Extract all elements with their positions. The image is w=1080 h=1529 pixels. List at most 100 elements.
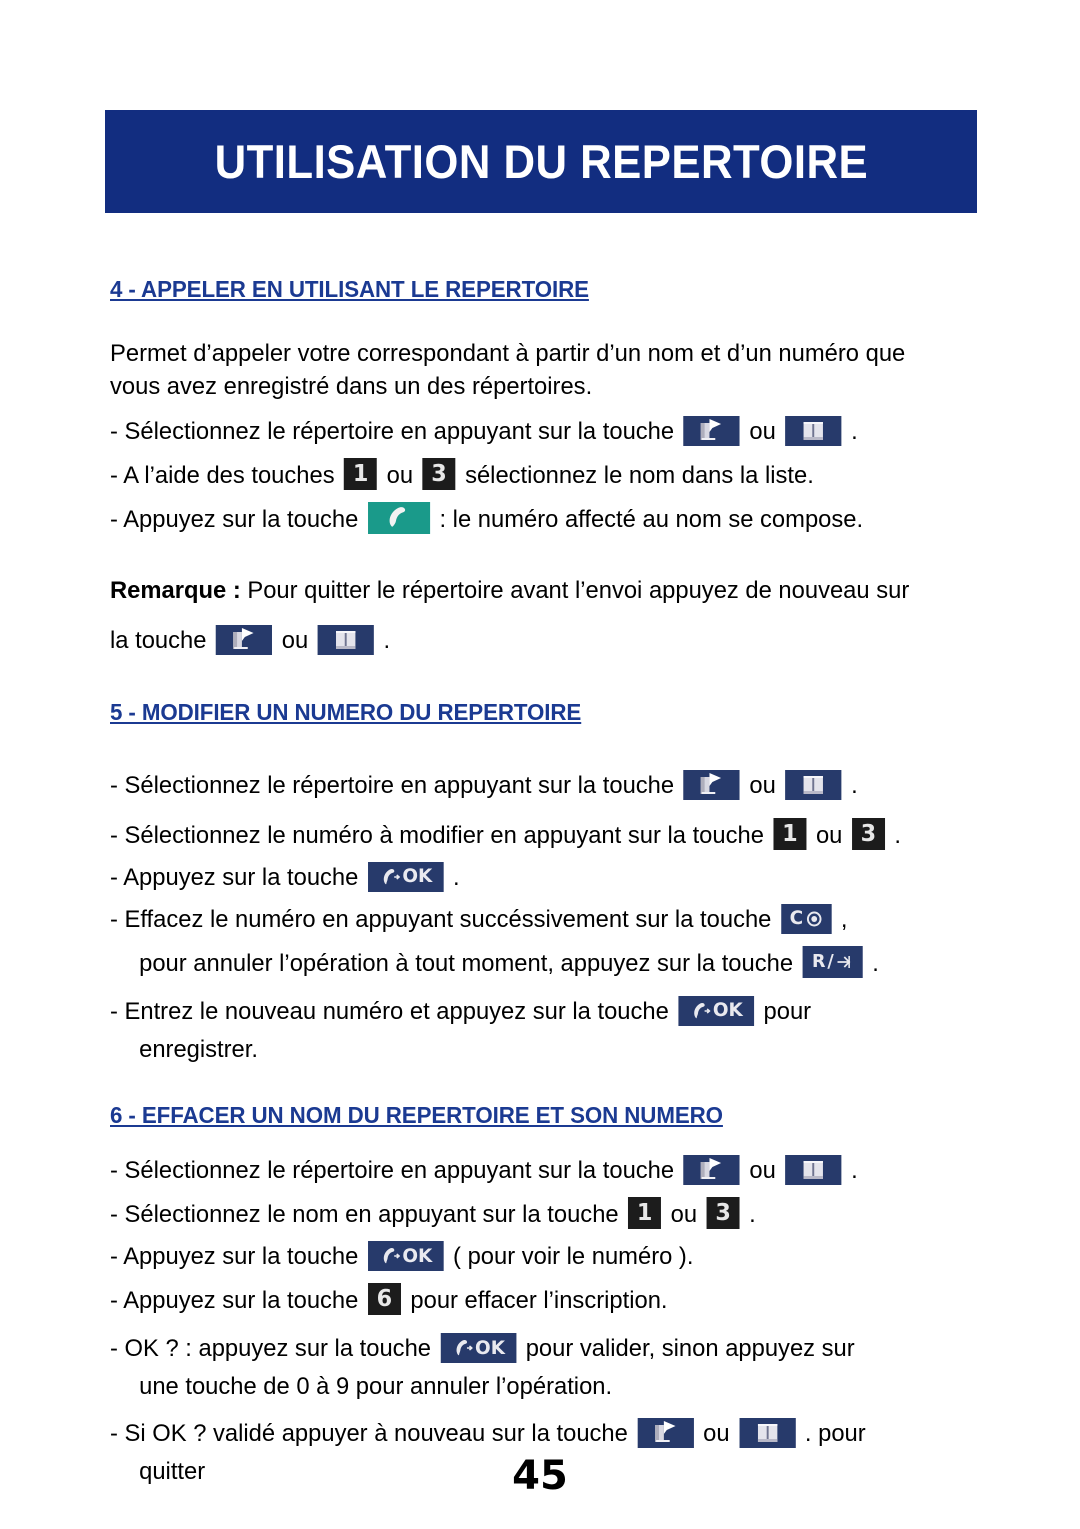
digit-3-key-icon[interactable]: 3 xyxy=(422,457,456,490)
bullet-text: - Appuyez sur la touche xyxy=(110,863,359,891)
digit-6-key-icon[interactable]: 6 xyxy=(367,1283,401,1316)
digit-3-key-icon[interactable]: 3 xyxy=(706,1197,740,1230)
bullet-text-tail: . pour xyxy=(804,1419,866,1447)
bullet-text: - Entrez le nouveau numéro et appuyez su… xyxy=(110,997,669,1025)
phone-ok-key-icon[interactable]: OK xyxy=(367,1241,444,1272)
list-item: - Sélectionnez le numéro à modifier en a… xyxy=(110,817,954,850)
separator-ou: ou xyxy=(386,461,414,489)
list-item: - Appuyez sur la touche 6 pour effacer l… xyxy=(110,1283,954,1316)
r-label: R xyxy=(812,950,826,972)
bullet-text-tail: pour effacer l’inscription. xyxy=(410,1287,668,1315)
bullet-text-tail: pour valider, sinon appuyez sur xyxy=(525,1335,855,1363)
bullet-text: - Effacez le numéro en appuyant succéssi… xyxy=(110,905,772,933)
list-item: - Sélectionnez le répertoire en appuyant… xyxy=(110,769,954,800)
separator-ou: ou xyxy=(815,821,843,849)
section-heading-6: 6 - EFFACER UN NOM DU REPERTOIRE ET SON … xyxy=(110,1102,723,1129)
trailing-punctuation: . xyxy=(851,1157,858,1185)
trailing-punctuation: . xyxy=(453,863,460,891)
bullet-text-tail: sélectionnez le nom dans la liste. xyxy=(465,461,814,489)
bullet-text-tail: ( pour voir le numéro ). xyxy=(453,1243,694,1271)
page-header-banner: UTILISATION DU REPERTOIRE xyxy=(105,110,977,213)
r-arrow-key-icon[interactable]: R / xyxy=(802,945,863,978)
bullet-text: - Appuyez sur la touche xyxy=(110,505,359,533)
book-flag-key-icon[interactable] xyxy=(683,1155,740,1186)
c-label: C xyxy=(789,907,804,930)
separator-ou: ou xyxy=(749,417,776,445)
book-flag-key-icon[interactable] xyxy=(683,415,740,446)
book-flag-key-icon[interactable] xyxy=(683,769,740,800)
ok-label: OK xyxy=(402,1244,433,1267)
bullet-text: - Si OK ? validé appuyer à nouveau sur l… xyxy=(110,1419,628,1447)
trailing-punctuation: . xyxy=(749,1201,756,1229)
book-open-key-icon[interactable] xyxy=(785,415,842,446)
trailing-punctuation: . xyxy=(894,821,902,849)
digit-3-key-icon[interactable]: 3 xyxy=(851,817,885,850)
remark-line2-prefix: la touche xyxy=(110,626,207,654)
separator-ou: ou xyxy=(670,1201,698,1229)
ok-label: OK xyxy=(475,1336,505,1359)
bullet-text: - A l’aide des touches xyxy=(110,461,335,489)
book-open-key-icon[interactable] xyxy=(739,1417,796,1448)
bullet-text: - Sélectionnez le numéro à modifier en a… xyxy=(110,821,764,849)
list-item-continuation: pour annuler l’opération à tout moment, … xyxy=(110,945,954,978)
page-title: UTILISATION DU REPERTOIRE xyxy=(214,135,868,188)
separator-ou: ou xyxy=(749,771,776,799)
remark-block: Remarque : Pour quitter le répertoire av… xyxy=(110,574,954,607)
section-heading-5: 5 - MODIFIER UN NUMERO DU REPERTOIRE xyxy=(110,698,582,725)
list-item-continuation: une touche de 0 à 9 pour annuler l’opéra… xyxy=(139,1373,613,1401)
bullet-text: - Sélectionnez le répertoire en appuyant… xyxy=(110,417,675,445)
list-item: - Sélectionnez le répertoire en appuyant… xyxy=(110,1155,954,1186)
list-item: - Appuyez sur la touche : le numéro affe… xyxy=(110,501,954,534)
phone-ok-key-icon[interactable]: OK xyxy=(440,1333,517,1364)
ok-label: OK xyxy=(712,999,743,1022)
bullet-text: - Appuyez sur la touche xyxy=(110,1287,359,1315)
list-item: - Effacez le numéro en appuyant succéssi… xyxy=(110,903,954,934)
remark-second-line: la touche ou . xyxy=(110,624,954,655)
trailing-punctuation: . xyxy=(851,771,858,799)
separator-ou: ou xyxy=(703,1419,730,1447)
list-item: - Si OK ? validé appuyer à nouveau sur l… xyxy=(110,1417,954,1448)
call-key-icon[interactable] xyxy=(367,501,430,534)
trailing-punctuation: . xyxy=(383,626,391,654)
digit-1-key-icon[interactable]: 1 xyxy=(344,457,378,490)
phone-ok-key-icon[interactable]: OK xyxy=(367,861,444,892)
bullet-text: - Sélectionnez le répertoire en appuyant… xyxy=(110,1157,675,1185)
list-item: - Appuyez sur la touche OK ( pour voir l… xyxy=(110,1241,954,1272)
c-erase-key-icon[interactable]: C xyxy=(780,903,832,934)
list-item: - OK ? : appuyez sur la touche OK pour v… xyxy=(110,1333,954,1364)
list-item: - Entrez le nouveau numéro et appuyez su… xyxy=(110,995,954,1026)
manual-page: UTILISATION DU REPERTOIRE 4 - APPELER EN… xyxy=(0,0,1080,1529)
list-item: - Sélectionnez le répertoire en appuyant… xyxy=(110,415,954,446)
book-flag-key-icon[interactable] xyxy=(215,624,273,655)
list-item: - Sélectionnez le nom en appuyant sur la… xyxy=(110,1197,954,1230)
remark-label: Remarque : xyxy=(110,576,241,604)
bullet-text-tail: : le numéro affecté au nom se compose. xyxy=(439,505,864,533)
page-number: 45 xyxy=(512,1453,568,1499)
book-open-key-icon[interactable] xyxy=(785,1155,842,1186)
bullet-text: - Appuyez sur la touche xyxy=(110,1243,359,1271)
bullet-text: pour annuler l’opération à tout moment, … xyxy=(139,949,794,977)
trailing-punctuation: , xyxy=(840,905,848,933)
separator-ou: ou xyxy=(749,1157,776,1185)
ok-label: OK xyxy=(402,865,433,888)
bullet-text: - OK ? : appuyez sur la touche xyxy=(110,1335,432,1363)
digit-1-key-icon[interactable]: 1 xyxy=(773,817,807,850)
trailing-punctuation: . xyxy=(851,417,858,445)
book-flag-key-icon[interactable] xyxy=(637,1417,694,1448)
book-open-key-icon[interactable] xyxy=(785,769,842,800)
page-content: 4 - APPELER EN UTILISANT LE REPERTOIRE P… xyxy=(110,276,980,1484)
bullet-text: - Sélectionnez le répertoire en appuyant… xyxy=(110,771,675,799)
section-heading-4: 4 - APPELER EN UTILISANT LE REPERTOIRE xyxy=(110,276,589,302)
bullet-text-tail: pour xyxy=(763,997,812,1025)
list-item: - Appuyez sur la touche OK . xyxy=(110,861,954,892)
remark-text: Pour quitter le répertoire avant l’envoi… xyxy=(247,576,910,604)
bullet-text: - Sélectionnez le nom en appuyant sur la… xyxy=(110,1201,619,1229)
phone-ok-key-icon[interactable]: OK xyxy=(678,995,755,1026)
book-open-key-icon[interactable] xyxy=(317,624,374,655)
list-item-continuation: enregistrer. xyxy=(139,1035,258,1063)
separator-ou: ou xyxy=(281,626,309,654)
trailing-punctuation: . xyxy=(872,949,879,977)
list-item: - A l’aide des touches 1 ou 3 sélectionn… xyxy=(110,457,954,490)
section-4-intro: Permet d’appeler votre correspondant à p… xyxy=(110,340,906,401)
digit-1-key-icon[interactable]: 1 xyxy=(628,1197,662,1230)
